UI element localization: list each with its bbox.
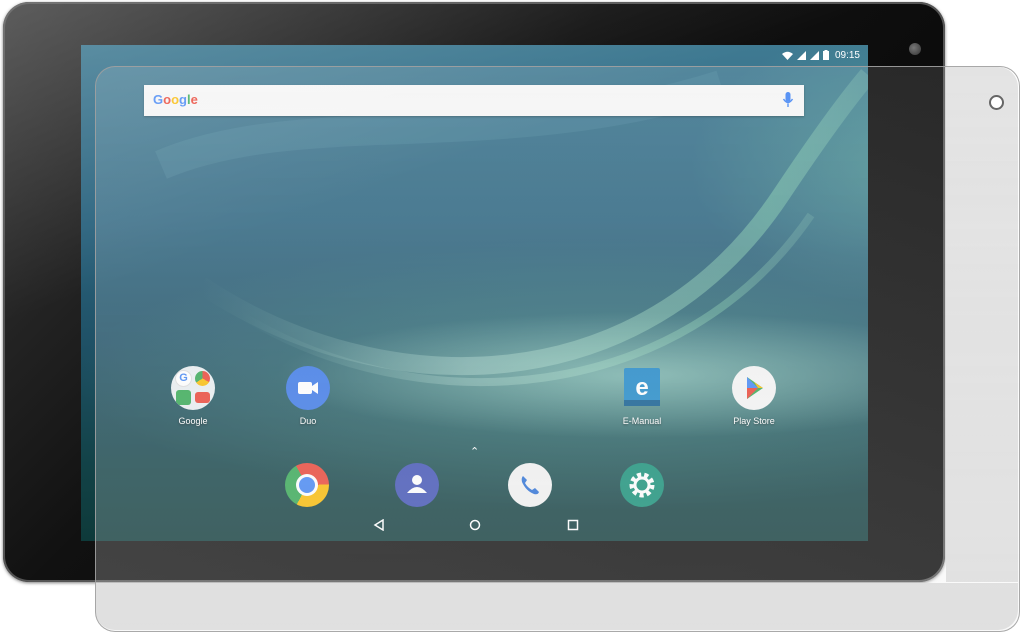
app-drawer-caret-icon[interactable]: ⌃ bbox=[470, 445, 479, 458]
screen-protector-edge bbox=[946, 67, 1018, 582]
svg-text:e: e bbox=[635, 374, 648, 401]
app-duo[interactable]: Duo bbox=[268, 366, 348, 426]
front-camera bbox=[909, 43, 921, 55]
camera-cutout bbox=[989, 95, 1004, 110]
google-folder-icon: G bbox=[171, 366, 215, 410]
home-icon[interactable] bbox=[469, 519, 481, 531]
app-label: Duo bbox=[299, 416, 317, 426]
play-store-icon bbox=[732, 366, 776, 410]
recents-icon[interactable] bbox=[567, 519, 579, 531]
signal-icon bbox=[809, 50, 819, 60]
wallpaper-wave bbox=[155, 69, 868, 387]
phone-icon[interactable] bbox=[508, 463, 552, 507]
contacts-icon[interactable] bbox=[395, 463, 439, 507]
signal-icon bbox=[796, 50, 806, 60]
wifi-icon bbox=[781, 51, 793, 60]
mic-icon[interactable] bbox=[782, 92, 794, 109]
settings-icon[interactable] bbox=[620, 463, 664, 507]
status-time: 09:15 bbox=[834, 49, 860, 61]
app-play-store[interactable]: Play Store bbox=[714, 366, 794, 426]
home-screen: 09:15 Google G Google Duo e E-Manual Pla… bbox=[81, 45, 868, 541]
back-icon[interactable] bbox=[373, 519, 385, 531]
screen-protector-edge bbox=[95, 583, 1018, 630]
e-manual-icon: e bbox=[620, 366, 664, 410]
duo-icon bbox=[286, 366, 330, 410]
navigation-bar bbox=[81, 515, 868, 541]
app-label: Google bbox=[178, 416, 208, 426]
google-logo: Google bbox=[153, 92, 198, 107]
app-google-folder[interactable]: G Google bbox=[153, 366, 233, 426]
status-bar: 09:15 bbox=[781, 47, 860, 63]
app-label: E-Manual bbox=[622, 416, 662, 426]
battery-icon bbox=[822, 50, 829, 60]
app-e-manual[interactable]: e E-Manual bbox=[602, 366, 682, 426]
chrome-icon[interactable] bbox=[285, 463, 329, 507]
app-label: Play Store bbox=[733, 416, 775, 426]
google-search-bar[interactable]: Google bbox=[144, 85, 804, 116]
